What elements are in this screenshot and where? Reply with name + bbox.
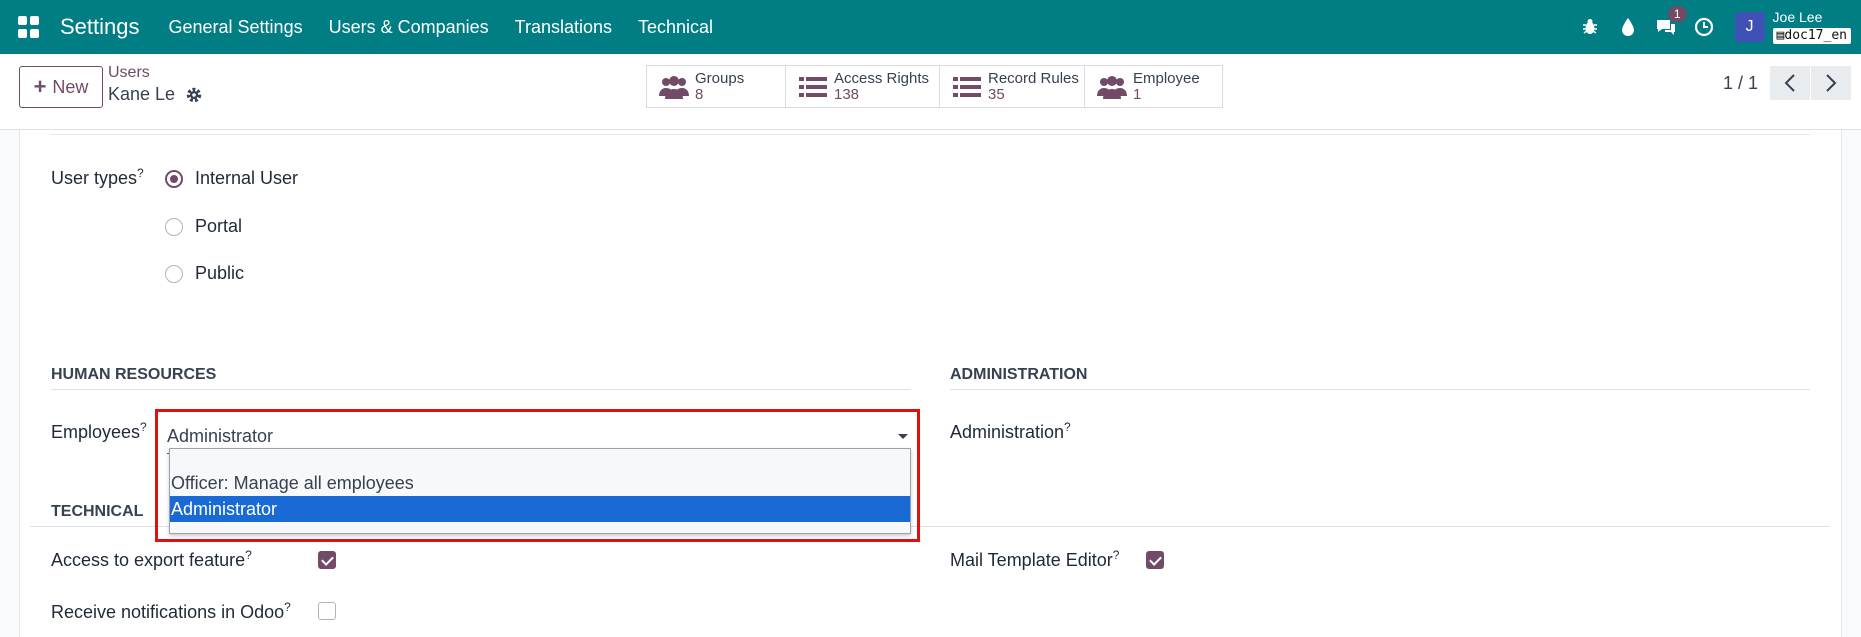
section-technical: TECHNICAL: [51, 503, 144, 520]
systray: 1 J Joe Lee ▤doc17_en: [1571, 0, 1861, 54]
smart-button-record-rules[interactable]: Record Rules 35: [939, 65, 1085, 108]
radio-public[interactable]: Public: [165, 263, 244, 284]
radio-label: Internal User: [195, 168, 299, 188]
mail-template-editor-checkbox[interactable]: [1146, 551, 1164, 569]
mail-template-editor-label: Mail Template Editor?: [950, 548, 1119, 571]
administration-label: Administration?: [950, 420, 1071, 443]
apps-menu-icon[interactable]: [18, 16, 40, 38]
export-feature-label-text: Access to export feature: [51, 550, 246, 570]
smart-label: Groups: [695, 69, 745, 87]
avatar[interactable]: J: [1734, 12, 1765, 42]
users-icon: [1097, 75, 1127, 99]
user-name: Joe Lee: [1772, 9, 1823, 26]
radio-label: Public: [195, 263, 245, 283]
new-button[interactable]: + New: [19, 66, 103, 108]
export-feature-checkbox[interactable]: [318, 551, 336, 569]
form-sheet: User types? Internal User Portal Public …: [19, 130, 1842, 637]
db-name-text: doc17_en: [1784, 27, 1847, 43]
radio-button[interactable]: [165, 264, 183, 283]
section-human-resources: HUMAN RESOURCES: [51, 366, 217, 383]
top-menu: General Settings Users & Companies Trans…: [156, 17, 727, 38]
smart-buttons: Groups 8 Access Rights 138 Record Rules 35 …: [646, 65, 1223, 108]
help-tooltip-icon[interactable]: ?: [140, 420, 147, 434]
smart-button-employee[interactable]: Employee 1: [1084, 65, 1223, 108]
menu-users-companies[interactable]: Users & Companies: [329, 17, 489, 38]
employees-label-text: Employees: [51, 422, 141, 442]
smart-value: 138: [834, 85, 860, 103]
breadcrumb-current: Kane Le: [108, 84, 203, 105]
user-menu[interactable]: Joe Lee ▤doc17_en: [1772, 9, 1851, 44]
divider: [50, 134, 1810, 135]
breadcrumb-parent[interactable]: Users: [108, 64, 203, 82]
db-name: ▤doc17_en: [1772, 27, 1851, 44]
smart-label: Employee: [1133, 69, 1200, 87]
mail-template-editor-label-text: Mail Template Editor: [950, 550, 1113, 570]
section-divider: [51, 389, 911, 390]
radio-internal-user[interactable]: Internal User: [165, 168, 298, 189]
smart-value: 1: [1133, 85, 1142, 103]
control-panel: + New Users Kane Le Groups 8 Access Right…: [0, 54, 1861, 130]
chat-icon[interactable]: 1: [1655, 6, 1687, 38]
smart-button-groups[interactable]: Groups 8: [646, 65, 786, 108]
radio-label: Portal: [195, 216, 243, 236]
notifications-checkbox[interactable]: [318, 602, 336, 620]
smart-button-access-rights[interactable]: Access Rights 138: [785, 65, 940, 108]
highlight-annotation: [155, 409, 920, 542]
clock-icon[interactable]: [1693, 16, 1715, 38]
help-tooltip-icon[interactable]: ?: [1113, 548, 1120, 562]
menu-translations[interactable]: Translations: [515, 17, 612, 38]
drop-icon[interactable]: [1617, 16, 1639, 38]
help-tooltip-icon[interactable]: ?: [245, 548, 252, 562]
list-icon: [953, 76, 981, 97]
user-types-label-text: User types: [51, 168, 138, 188]
radio-portal[interactable]: Portal: [165, 216, 242, 237]
bug-icon[interactable]: [1579, 16, 1601, 38]
radio-button-checked[interactable]: [165, 169, 183, 188]
chevron-right-icon: [1826, 74, 1837, 92]
menu-technical[interactable]: Technical: [638, 17, 713, 38]
smart-label: Record Rules: [988, 69, 1079, 87]
pager-next-button[interactable]: [1811, 66, 1851, 100]
smart-value: 8: [695, 85, 704, 103]
section-administration: ADMINISTRATION: [950, 366, 1088, 383]
help-tooltip-icon[interactable]: ?: [284, 600, 291, 614]
help-tooltip-icon[interactable]: ?: [1064, 420, 1071, 434]
radio-button[interactable]: [165, 217, 183, 236]
employees-label: Employees?: [51, 420, 147, 443]
top-navbar: Settings General Settings Users & Compan…: [0, 0, 1861, 54]
plus-icon: +: [33, 74, 47, 99]
chat-badge: 1: [1667, 6, 1687, 22]
help-tooltip-icon[interactable]: ?: [137, 166, 144, 180]
list-icon: [799, 76, 827, 97]
chevron-left-icon: [1784, 74, 1795, 92]
breadcrumb: Users Kane Le: [108, 64, 203, 105]
notifications-label: Receive notifications in Odoo?: [51, 600, 291, 623]
pager-count[interactable]: 1 / 1: [1723, 73, 1758, 94]
smart-value: 35: [988, 85, 1005, 103]
administration-label-text: Administration: [950, 422, 1065, 442]
app-title[interactable]: Settings: [60, 14, 140, 40]
export-feature-label: Access to export feature?: [51, 548, 252, 571]
users-icon: [659, 75, 689, 99]
gear-icon[interactable]: [185, 86, 203, 104]
section-divider: [950, 389, 1810, 390]
new-button-label: New: [52, 76, 89, 97]
menu-general-settings[interactable]: General Settings: [169, 17, 303, 38]
record-name: Kane Le: [108, 84, 176, 104]
pager-previous-button[interactable]: [1770, 66, 1810, 100]
smart-label: Access Rights: [834, 69, 930, 87]
pager: 1 / 1: [1723, 66, 1861, 100]
notifications-label-text: Receive notifications in Odoo: [51, 602, 285, 622]
user-types-label: User types?: [51, 166, 144, 189]
